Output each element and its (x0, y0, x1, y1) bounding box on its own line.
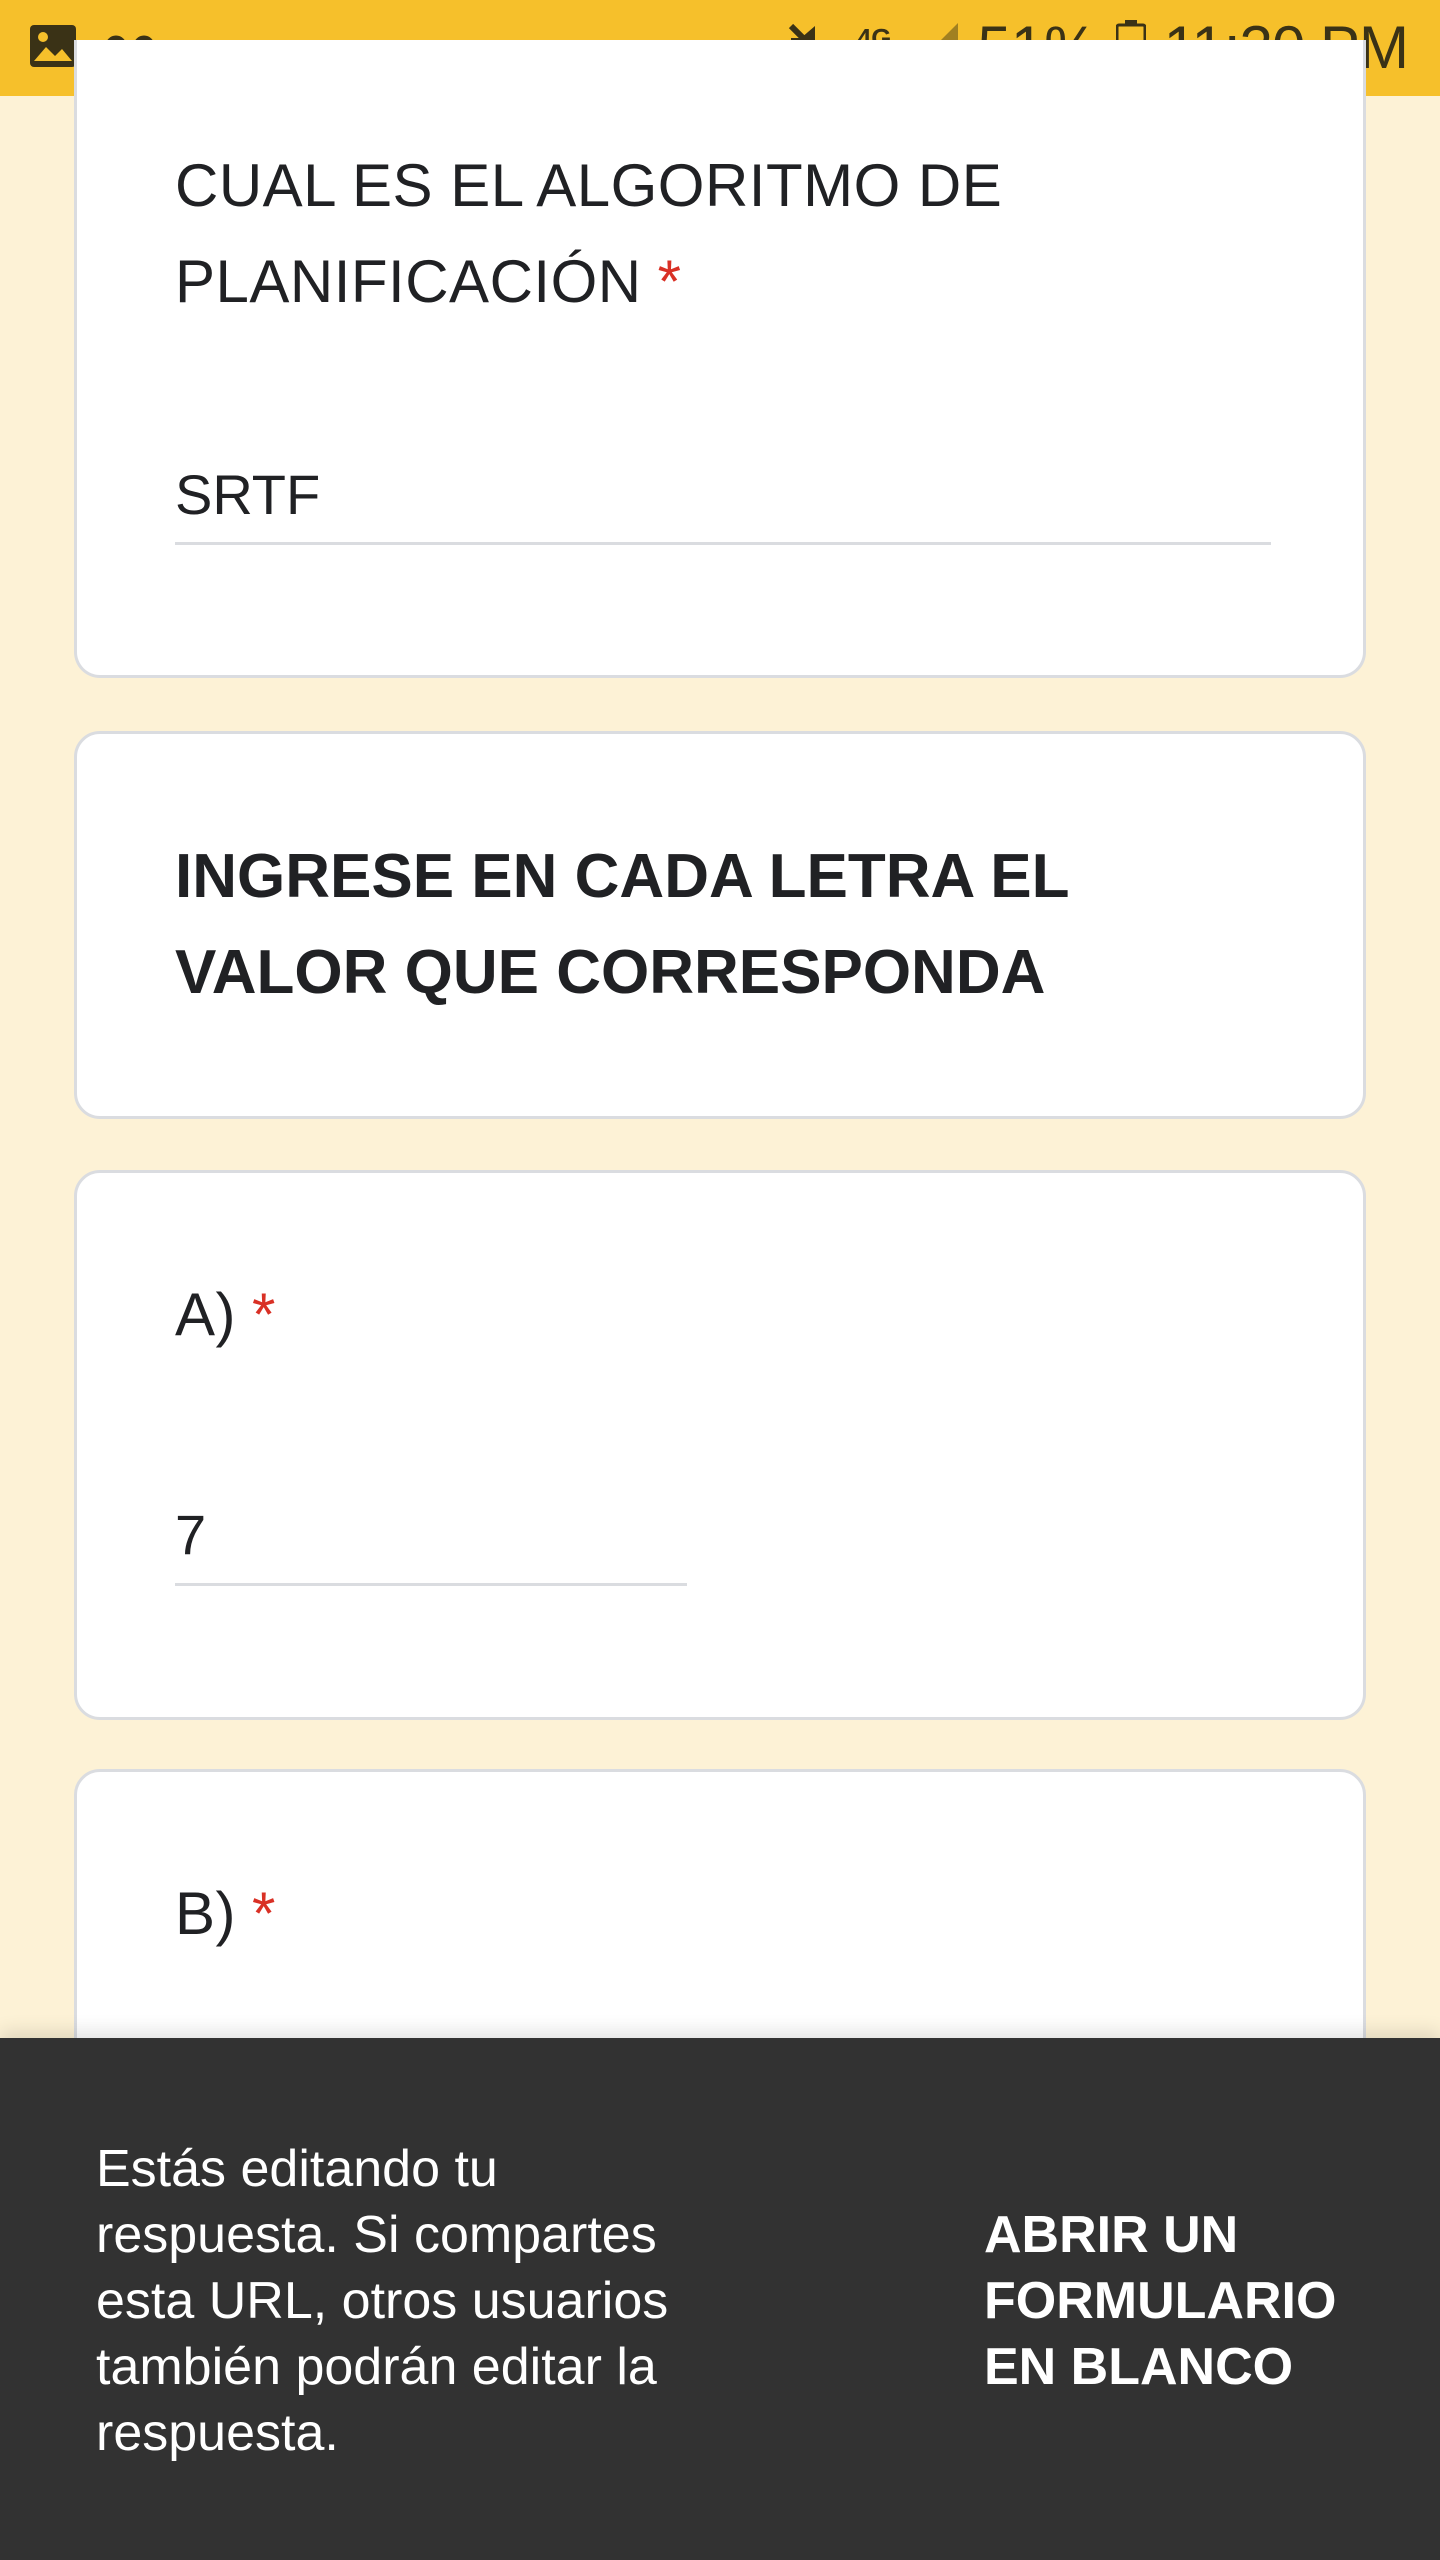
answer-underline (175, 542, 1271, 545)
question-title-a-row: A) * (175, 1267, 276, 1363)
section-title: INGRESE EN CADA LETRA EL VALOR QUE CORRE… (175, 842, 1069, 1007)
answer-input-a[interactable]: 7 (175, 1500, 206, 1570)
question-title: CUAL ES EL ALGORITMO DE (175, 138, 1002, 234)
answer-underline (175, 1583, 687, 1586)
answer-input-algorithm[interactable]: SRTF (175, 460, 320, 530)
question-card-algorithm: CUAL ES EL ALGORITMO DE PLANIFICACIÓN * S… (74, 40, 1366, 678)
gallery-icon (28, 23, 78, 74)
question-title-line-2: PLANIFICACIÓN (175, 248, 642, 315)
required-asterisk: * (252, 1281, 276, 1348)
required-asterisk: * (657, 248, 682, 315)
question-title-a: A) (175, 1281, 236, 1348)
open-blank-form-button[interactable]: ABRIR UN FORMULARIO EN BLANCO (984, 2202, 1384, 2400)
section-header-card: INGRESE EN CADA LETRA EL VALOR QUE CORRE… (74, 731, 1366, 1119)
question-card-a: A) * 7 (74, 1170, 1366, 1720)
question-title-line-1: CUAL ES EL ALGORITMO DE (175, 152, 1003, 219)
question-title-b: B) (175, 1880, 236, 1947)
question-title-line-2-row: PLANIFICACIÓN * (175, 234, 681, 330)
question-title-b-row: B) * (175, 1866, 276, 1962)
required-asterisk: * (252, 1880, 276, 1947)
snackbar-message: Estás editando tu respuesta. Si comparte… (96, 2140, 669, 2462)
snackbar: Estás editando tu respuesta. Si comparte… (0, 2038, 1440, 2560)
